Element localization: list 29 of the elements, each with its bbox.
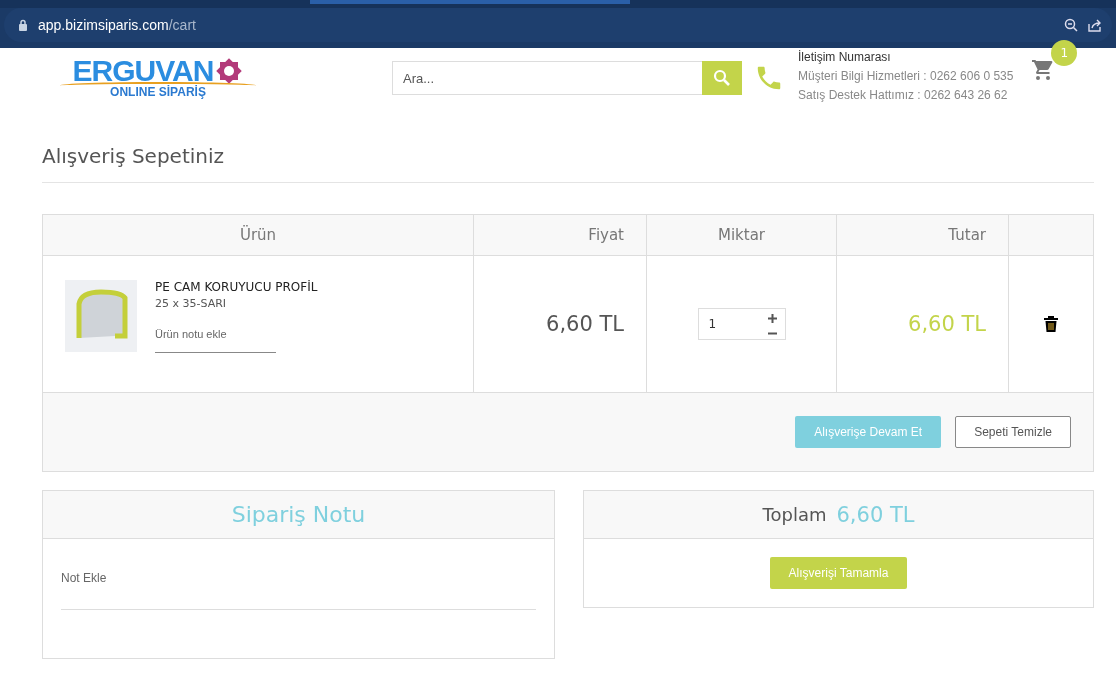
minus-icon[interactable]: [767, 331, 777, 335]
total-amount: 6,60 TL: [836, 502, 915, 527]
quantity-stepper[interactable]: 1: [697, 308, 786, 340]
product-name: PE CAM KORUYUCU PROFİL: [155, 280, 318, 294]
search-icon: [713, 69, 731, 87]
clear-cart-button[interactable]: Sepeti Temizle: [955, 416, 1071, 448]
logo[interactable]: ERGUVAN ONLINE SİPARİŞ: [58, 56, 258, 99]
trash-icon[interactable]: [1044, 316, 1058, 332]
product-photo-placeholder: [65, 280, 137, 352]
logo-subtitle: ONLINE SİPARİŞ: [110, 85, 206, 99]
zoom-out-icon[interactable]: [1064, 18, 1078, 32]
search-field[interactable]: Ara...: [392, 61, 702, 95]
contact-title: İletişim Numarası: [798, 50, 892, 64]
share-icon[interactable]: [1088, 18, 1102, 32]
logo-title: ERGUVAN: [72, 56, 214, 86]
address-bar[interactable]: app.bizimsiparis.com/cart: [4, 8, 1112, 42]
line-total: 6,60 TL: [908, 312, 986, 336]
total-label: Toplam: [762, 504, 827, 525]
plus-icon[interactable]: [767, 313, 777, 323]
page-title: Alışveriş Sepetiniz: [42, 144, 1094, 183]
cart-count-badge: 1: [1051, 40, 1078, 66]
order-note-title: Sipariş Notu: [231, 502, 366, 527]
quantity-value: 1: [708, 317, 717, 331]
url-text: app.bizimsiparis.com/cart: [38, 17, 196, 33]
unit-price: 6,60 TL: [546, 312, 624, 336]
contact-line: Müşteri Bilgi Hizmetleri : 0262 606 0 535: [798, 69, 1014, 83]
product-variant: 25 x 35-SARI: [155, 297, 228, 310]
lock-icon: [18, 19, 28, 31]
contact-line: Satış Destek Hattımız : 0262 643 26 62: [798, 88, 1009, 102]
